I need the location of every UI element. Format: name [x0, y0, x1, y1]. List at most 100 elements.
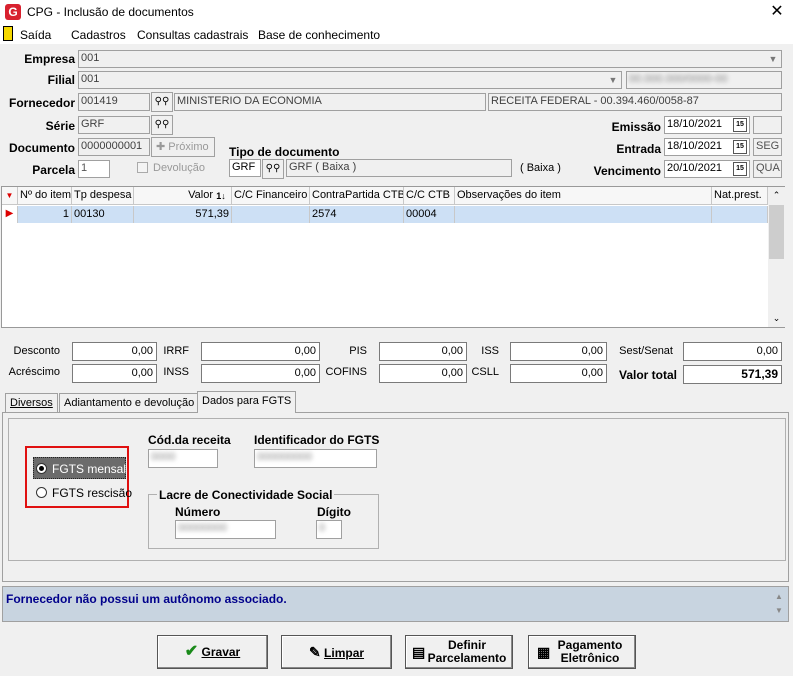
emissao-label: Emissão	[611, 120, 661, 134]
vencimento-weekday: QUA	[753, 160, 782, 178]
definir-parcelamento-button[interactable]: ▤ Definir Parcelamento	[405, 635, 513, 669]
column-header-contrapartida[interactable]: ContraPartida CTB	[310, 187, 404, 205]
column-header-nat-prest[interactable]: Nat.prest.	[712, 187, 768, 205]
table-cell[interactable]	[232, 206, 310, 223]
column-header-item[interactable]: Nº do item	[18, 187, 72, 205]
tipo-documento-desc-field: GRF ( Baixa )	[286, 159, 512, 177]
grid-menu-icon[interactable]: ▼	[2, 187, 18, 205]
acrescimo-field[interactable]: 0,00	[72, 364, 157, 383]
table-cell[interactable]: 571,39	[134, 206, 232, 223]
fgts-mensal-label[interactable]: FGTS mensal	[52, 462, 126, 476]
parcela-label: Parcela	[32, 163, 75, 177]
cofins-field[interactable]: 0,00	[379, 364, 467, 383]
items-grid[interactable]: ▼ Nº do item Tp despesa Valor 1↓ C/C Fin…	[1, 186, 785, 328]
table-cell[interactable]: 2574	[310, 206, 404, 223]
exit-door-icon	[3, 26, 13, 41]
inss-field[interactable]: 0,00	[201, 364, 320, 383]
table-cell[interactable]	[712, 206, 768, 223]
binoculars-icon[interactable]: ⚲⚲	[262, 159, 284, 179]
identificador-fgts-label: Identificador do FGTS	[254, 433, 380, 447]
gravar-button[interactable]: ✔ Gravar	[157, 635, 268, 669]
table-cell[interactable]	[455, 206, 712, 223]
calendar-icon[interactable]: 15	[733, 162, 747, 176]
vencimento-label: Vencimento	[593, 164, 661, 178]
parcela-field[interactable]: 1	[78, 160, 110, 178]
table-cell[interactable]: 00004	[404, 206, 455, 223]
column-header-tp-despesa[interactable]: Tp despesa	[72, 187, 134, 205]
binoculars-icon[interactable]: ⚲⚲	[151, 92, 173, 112]
cod-receita-field[interactable]: 0000	[148, 449, 218, 468]
scroll-up-icon[interactable]: ⌃	[768, 187, 785, 204]
pis-field[interactable]: 0,00	[379, 342, 467, 361]
filial-select[interactable]: 001	[78, 71, 622, 89]
entrada-weekday: SEG	[753, 138, 782, 156]
binoculars-icon[interactable]: ⚲⚲	[151, 115, 173, 135]
column-header-cc-ctb[interactable]: C/C CTB	[404, 187, 455, 205]
menu-item-saida[interactable]: Saída	[20, 28, 51, 42]
empresa-label: Empresa	[24, 52, 75, 66]
devolucao-label: Devolução	[153, 162, 205, 174]
window-title: CPG - Inclusão de documentos	[27, 5, 194, 19]
fornecedor-detail-field: RECEITA FEDERAL - 00.394.460/0058-87	[488, 93, 782, 111]
csll-field[interactable]: 0,00	[510, 364, 607, 383]
tab-adiantamento[interactable]: Adiantamento e devolução	[59, 393, 200, 413]
irrf-label: IRRF	[163, 345, 189, 357]
cofins-label: COFINS	[325, 366, 367, 378]
calendar-icon[interactable]: 15	[733, 140, 747, 154]
documento-label: Documento	[9, 141, 75, 155]
sort-icon[interactable]: 1↓	[215, 190, 227, 202]
tipo-documento-code-field[interactable]: GRF	[229, 159, 261, 177]
menu-item-cadastros[interactable]: Cadastros	[71, 28, 126, 42]
inss-label: INSS	[163, 366, 189, 378]
identificador-fgts-field[interactable]: 000000000	[254, 449, 377, 468]
documento-field[interactable]: 0000000001	[78, 138, 150, 156]
digito-label: Dígito	[317, 505, 351, 519]
status-scroll-icon[interactable]: ▲ ▼	[772, 590, 786, 618]
iss-field[interactable]: 0,00	[510, 342, 607, 361]
app-logo-icon: G	[5, 4, 21, 20]
chevron-down-icon[interactable]: ▼	[765, 51, 781, 67]
irrf-field[interactable]: 0,00	[201, 342, 320, 361]
fornecedor-name-field: MINISTERIO DA ECONOMIA	[174, 93, 486, 111]
checkmark-icon: ✔	[184, 643, 199, 660]
lacre-label: Lacre de Conectividade Social	[157, 488, 335, 502]
empresa-select[interactable]: 001	[78, 50, 782, 68]
scroll-down-icon[interactable]: ⌄	[768, 310, 785, 327]
pagamento-eletronico-button[interactable]: ▦ Pagamento Eletrônico	[528, 635, 636, 669]
limpar-button[interactable]: ✎ Limpar	[281, 635, 392, 669]
tab-diversos[interactable]: Diversos	[5, 393, 58, 413]
calendar-icon[interactable]: 15	[733, 118, 747, 132]
column-header-cc-financeiro[interactable]: C/C Financeiro	[232, 187, 310, 205]
printer-icon: ▦	[537, 644, 551, 660]
row-indicator-icon: ▶	[2, 206, 18, 223]
fgts-rescisao-radio[interactable]	[36, 487, 47, 498]
grid-scrollbar[interactable]: ⌃ ⌄	[768, 187, 785, 327]
devolucao-checkbox[interactable]	[137, 162, 148, 173]
fgts-mensal-radio[interactable]	[36, 463, 47, 474]
scroll-thumb[interactable]	[769, 205, 784, 259]
valor-total-field: 571,39	[683, 365, 782, 384]
table-cell[interactable]: 00130	[72, 206, 134, 223]
serie-label: Série	[45, 119, 75, 133]
close-icon[interactable]: ✕	[766, 2, 788, 22]
digito-field[interactable]: 0	[316, 520, 342, 539]
entrada-label: Entrada	[616, 142, 661, 156]
serie-field[interactable]: GRF	[78, 116, 150, 134]
column-header-observacoes[interactable]: Observações do item	[455, 187, 712, 205]
menu-item-base-conhecimento[interactable]: Base de conhecimento	[258, 28, 380, 42]
menu-item-consultas[interactable]: Consultas cadastrais	[137, 28, 248, 42]
sest-senat-field[interactable]: 0,00	[683, 342, 782, 361]
numero-field[interactable]: 00000000	[175, 520, 276, 539]
pis-label: PIS	[349, 345, 367, 357]
tab-dados-fgts[interactable]: Dados para FGTS	[197, 391, 297, 413]
iss-label: ISS	[481, 345, 499, 357]
tipo-documento-type: ( Baixa )	[520, 162, 561, 174]
fgts-rescisao-label[interactable]: FGTS rescisão	[52, 486, 132, 500]
plus-icon: ✚	[156, 141, 169, 153]
desconto-field[interactable]: 0,00	[72, 342, 157, 361]
proximo-button[interactable]: ✚ Próximo	[151, 137, 215, 157]
chevron-down-icon[interactable]: ▼	[605, 72, 621, 88]
table-cell[interactable]: 1	[18, 206, 72, 223]
fornecedor-code-field[interactable]: 001419	[78, 93, 150, 111]
filial-label: Filial	[47, 73, 75, 87]
